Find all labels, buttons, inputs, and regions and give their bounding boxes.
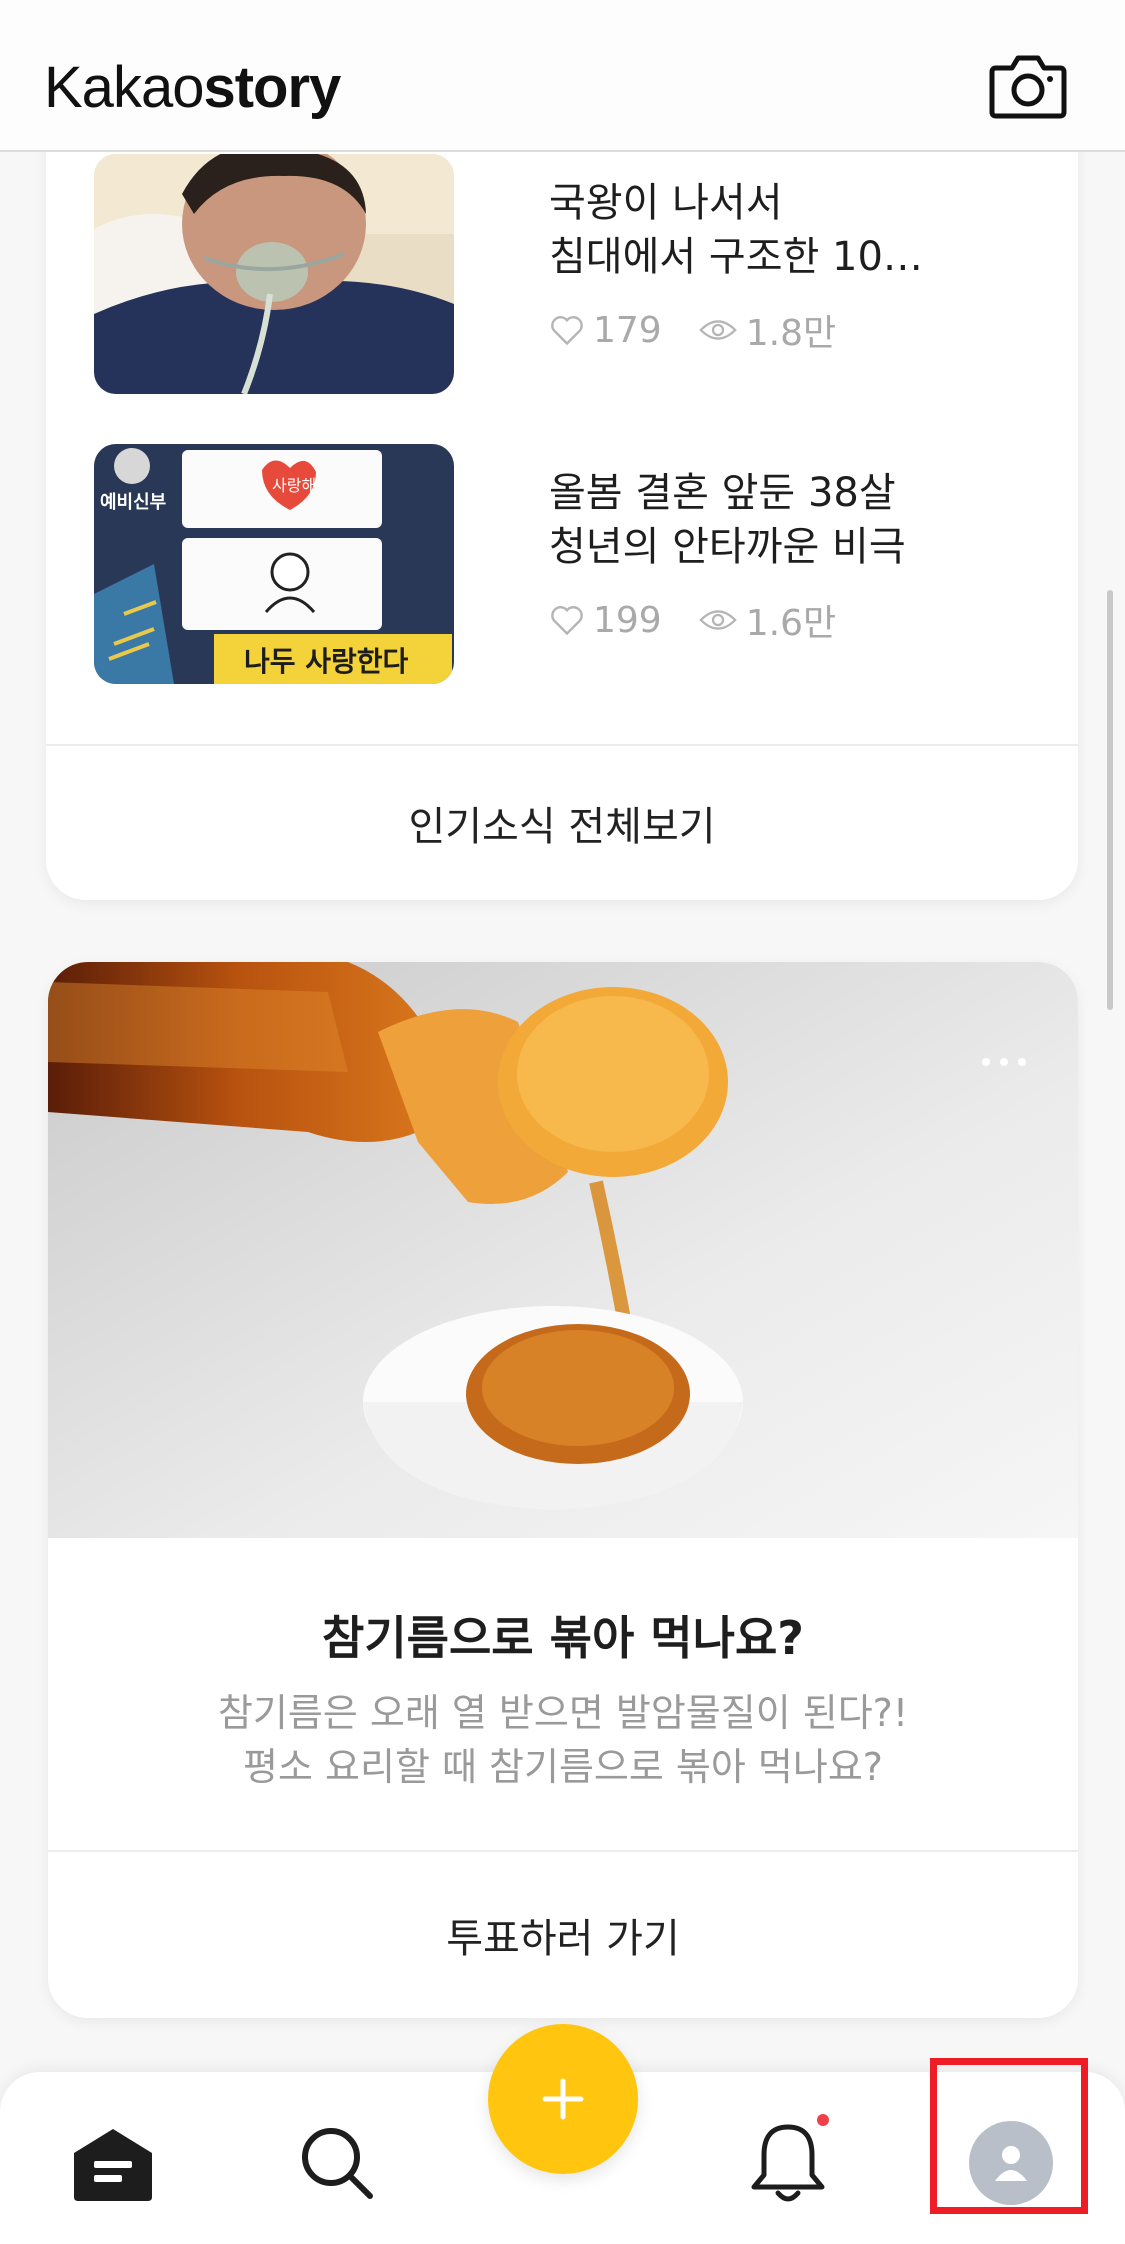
add-post-button[interactable] [488, 2024, 638, 2174]
heart-icon [551, 316, 583, 346]
logo-text-bold: story [203, 55, 341, 120]
view-count: 1.6만 [745, 603, 837, 644]
logo-text-regular: Kakao [44, 55, 204, 120]
popular-news-card: 국왕이 나서서 침대에서 구조한 10… 179 1.8만 예비신부 사랑해 나… [46, 60, 1078, 900]
poll-title: 참기름으로 볶아 먹나요? [322, 1611, 804, 1665]
add-icon [542, 2078, 584, 2120]
thumb-caption: 나두 사랑한다 [244, 645, 409, 678]
thumb-heart-text: 사랑해 [272, 476, 317, 495]
search-icon [302, 2128, 373, 2199]
view-count: 1.8만 [745, 313, 837, 354]
like-count: 179 [593, 309, 662, 351]
news-title[interactable]: 올봄 결혼 앞둔 38살 청년의 안타까운 비극 [549, 466, 1019, 574]
poll-image[interactable] [48, 962, 1078, 1538]
nav-home-button[interactable] [58, 2108, 168, 2218]
news-title-line: 침대에서 구조한 10… [549, 234, 923, 280]
bell-icon [751, 2124, 825, 2202]
news-title-line: 올봄 결혼 앞둔 38살 [549, 470, 896, 516]
news-stats: 199 1.6만 [549, 594, 836, 646]
app-header: Kakaostory [0, 0, 1125, 152]
view-all-popular-button[interactable]: 인기소식 전체보기 [46, 746, 1078, 900]
notification-badge [817, 2114, 829, 2126]
home-icon [74, 2129, 152, 2201]
go-vote-button[interactable]: 투표하러 가기 [48, 1852, 1078, 2018]
news-thumbnail[interactable]: 예비신부 사랑해 나두 사랑한다 [94, 444, 454, 684]
like-count: 199 [593, 599, 662, 641]
thumb-label: 예비신부 [100, 492, 167, 513]
more-options-button[interactable] [968, 1042, 1040, 1082]
nav-search-button[interactable] [282, 2108, 392, 2218]
news-thumbnail[interactable] [94, 154, 454, 394]
poll-description-line: 참기름은 오래 열 받으면 발암물질이 된다?! [217, 1691, 909, 1735]
heart-icon [551, 606, 583, 636]
camera-button[interactable] [988, 52, 1068, 120]
highlight-box [930, 2058, 1088, 2214]
eye-icon [698, 610, 737, 630]
news-stats: 179 1.8만 [549, 304, 836, 356]
scrollbar[interactable] [1107, 590, 1113, 1010]
news-item[interactable]: 예비신부 사랑해 나두 사랑한다 올봄 결혼 앞둔 38살 청년의 안타까운 비… [94, 444, 1034, 684]
camera-icon [989, 55, 1067, 119]
news-title-line: 청년의 안타까운 비극 [549, 524, 906, 570]
eye-icon [698, 320, 737, 340]
poll-description-line: 평소 요리할 때 참기름으로 볶아 먹나요? [243, 1745, 883, 1789]
news-title-line: 국왕이 나서서 [549, 180, 783, 226]
news-item[interactable]: 국왕이 나서서 침대에서 구조한 10… 179 1.8만 [94, 154, 1034, 394]
kakaostory-logo[interactable]: Kakaostory [44, 54, 341, 121]
poll-description: 참기름은 오래 열 받으면 발암물질이 된다?! 평소 요리할 때 참기름으로 … [48, 1686, 1078, 1794]
poll-card: 참기름으로 볶아 먹나요? 참기름은 오래 열 받으면 발암물질이 된다?! 평… [48, 962, 1078, 2018]
news-title[interactable]: 국왕이 나서서 침대에서 구조한 10… [549, 176, 1019, 284]
